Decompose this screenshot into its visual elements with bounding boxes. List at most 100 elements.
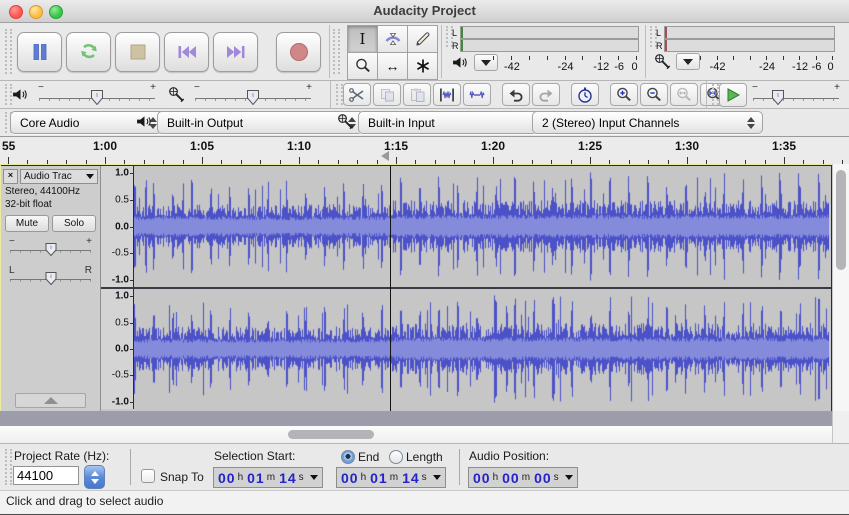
slider-thumb[interactable] — [247, 90, 259, 105]
toolbar-row-1: I ↔ L — [0, 23, 849, 81]
meter-scale-tick — [700, 56, 701, 60]
selection-end-field[interactable]: 00h 01m 14s — [336, 467, 446, 488]
selection-start-field[interactable]: 00h 01m 14s — [213, 467, 323, 488]
dropdown-arrow-icon[interactable] — [310, 475, 318, 480]
seconds-value[interactable]: 00 — [534, 470, 552, 486]
zoom-in-button[interactable] — [610, 83, 638, 106]
trim-audio-button[interactable] — [433, 83, 461, 106]
envelope-tool-button[interactable] — [377, 25, 408, 53]
input-device-select[interactable]: Built-in Input — [358, 111, 559, 134]
tools-toolbar-grabber[interactable] — [333, 29, 340, 75]
fit-selection-button[interactable] — [670, 83, 698, 106]
snap-to-checkbox[interactable] — [141, 469, 155, 483]
dropdown-arrow-icon[interactable] — [565, 475, 573, 480]
track-title-menu[interactable]: Audio Trac — [20, 169, 98, 184]
cut-button[interactable] — [343, 83, 371, 106]
horizontal-scrollbar[interactable] — [0, 426, 832, 443]
minutes-value[interactable]: 01 — [247, 470, 265, 486]
playback-meter[interactable]: L R -42-24-12-60 — [442, 23, 645, 80]
play-loop-button[interactable] — [66, 32, 111, 72]
skip-to-end-button[interactable] — [213, 32, 258, 72]
empty-track-space — [0, 411, 832, 426]
input-volume-slider[interactable]: − + — [192, 82, 314, 108]
length-radio[interactable] — [389, 450, 403, 464]
timeline-major-tick — [202, 157, 203, 164]
track-inner: × Audio Trac Stereo, 44100Hz 32-bit floa… — [1, 165, 832, 412]
output-volume-slider[interactable]: − + — [36, 82, 158, 108]
redo-button[interactable] — [532, 83, 560, 106]
slider-thumb[interactable] — [91, 90, 103, 105]
title-bar[interactable]: Audacity Project — [0, 0, 849, 23]
minutes-unit: m — [390, 472, 398, 483]
envelope-icon — [385, 32, 401, 46]
amplitude-ruler-label: 0.0 — [115, 221, 129, 232]
audio-position-field[interactable]: 00h 00m 00s — [468, 467, 578, 488]
playback-speed-slider[interactable]: − + — [750, 82, 842, 108]
dropdown-arrow-icon[interactable] — [433, 475, 441, 480]
close-track-button[interactable]: × — [3, 169, 18, 184]
gain-slider[interactable]: − + — [7, 236, 94, 261]
vertical-ruler-left-channel[interactable]: 1.00.50.0-0.5-1.0 — [101, 166, 134, 287]
vertical-scrollbar[interactable] — [832, 164, 849, 411]
waveform-right-channel[interactable] — [134, 289, 831, 409]
slider-thumb[interactable] — [772, 90, 784, 105]
multi-tool-button[interactable] — [407, 52, 438, 80]
copy-button[interactable] — [373, 83, 401, 106]
transport-toolbar-grabber[interactable] — [5, 29, 12, 75]
time-shift-tool-button[interactable]: ↔ — [377, 52, 408, 80]
output-device-select[interactable]: Built-in Output — [157, 111, 364, 134]
minutes-value[interactable]: 00 — [502, 470, 520, 486]
collapse-track-button[interactable] — [15, 393, 86, 408]
slider-thumb[interactable] — [45, 243, 56, 256]
paste-button[interactable] — [403, 83, 431, 106]
pan-slider[interactable]: L R — [7, 265, 94, 290]
project-rate-stepper[interactable] — [84, 465, 105, 489]
minutes-value[interactable]: 01 — [370, 470, 388, 486]
pause-button[interactable] — [17, 32, 62, 72]
silence-audio-button[interactable] — [463, 83, 491, 106]
hours-value[interactable]: 00 — [473, 470, 491, 486]
project-rate-input[interactable] — [13, 466, 79, 485]
vertical-scrollbar-thumb[interactable] — [836, 170, 846, 270]
transport-toolbar — [0, 23, 329, 80]
seconds-value[interactable]: 14 — [279, 470, 297, 486]
zoom-out-button[interactable] — [640, 83, 668, 106]
meter-scale-number: -12 — [593, 61, 609, 73]
fit-selection-icon — [676, 87, 692, 102]
end-radio-label[interactable]: End — [358, 450, 379, 464]
record-button[interactable] — [276, 32, 321, 72]
recording-meter[interactable]: L R -42-24-12-60 — [646, 23, 849, 80]
skip-to-start-button[interactable] — [164, 32, 209, 72]
recording-meter-menu-button[interactable] — [676, 53, 700, 70]
end-radio[interactable] — [341, 450, 355, 464]
transcription-toolbar-grabber[interactable] — [712, 84, 719, 105]
hours-value[interactable]: 00 — [341, 470, 359, 486]
length-radio-label[interactable]: Length — [406, 450, 443, 464]
draw-tool-button[interactable] — [407, 25, 438, 53]
selection-toolbar-grabber[interactable] — [5, 449, 12, 485]
mixer-toolbar-grabber[interactable] — [5, 84, 12, 105]
divider — [330, 81, 331, 108]
amplitude-ruler-label: -1.0 — [112, 396, 129, 407]
stop-button[interactable] — [115, 32, 160, 72]
slider-thumb[interactable] — [45, 272, 56, 285]
timer-record-button[interactable] — [571, 83, 599, 106]
play-at-speed-button[interactable] — [719, 83, 747, 107]
waveform-left-channel[interactable] — [134, 166, 831, 287]
timeline-major-tick — [493, 157, 494, 164]
input-channels-select[interactable]: 2 (Stereo) Input Channels — [532, 111, 763, 134]
seconds-value[interactable]: 14 — [402, 470, 420, 486]
selection-tool-button[interactable]: I — [347, 25, 378, 53]
meter-scale-tick — [529, 56, 530, 60]
undo-button[interactable] — [502, 83, 530, 106]
amplitude-ruler-tick — [130, 280, 133, 281]
mute-button[interactable]: Mute — [5, 215, 49, 232]
amplitude-ruler-label: 1.0 — [115, 168, 129, 179]
vertical-ruler-right-channel[interactable]: 1.00.50.0-0.5-1.0 — [101, 289, 134, 409]
timeline-ruler[interactable]: 551:001:051:101:151:201:251:301:35 — [0, 137, 849, 165]
hours-value[interactable]: 00 — [218, 470, 236, 486]
zoom-tool-button[interactable] — [347, 52, 378, 80]
solo-button[interactable]: Solo — [52, 215, 96, 232]
horizontal-scrollbar-thumb[interactable] — [288, 430, 374, 439]
slider-max-label: + — [834, 82, 840, 93]
